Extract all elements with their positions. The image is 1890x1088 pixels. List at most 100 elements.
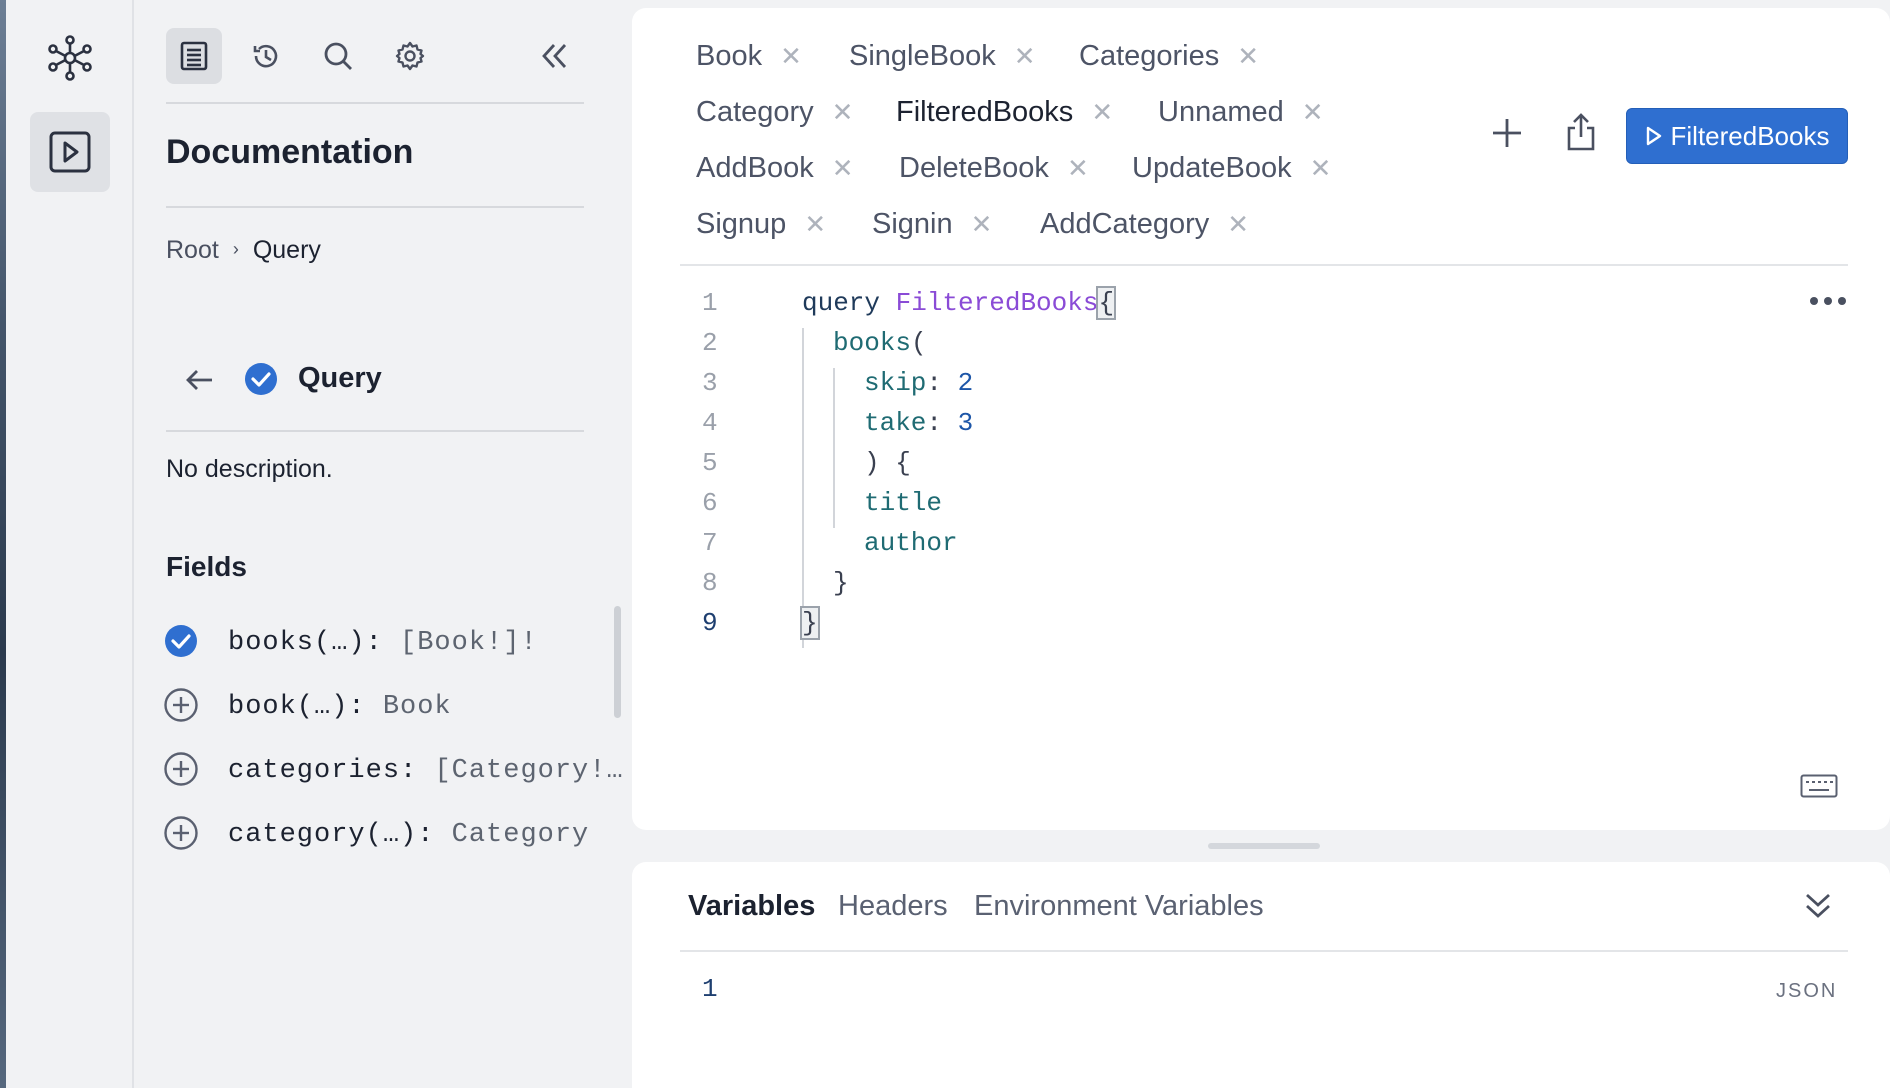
tab-addcategory[interactable]: AddCategory ✕ xyxy=(1040,208,1249,241)
run-button-label: FilteredBooks xyxy=(1670,120,1830,151)
more-icon[interactable] xyxy=(1808,294,1848,313)
check-circle-icon xyxy=(244,362,278,401)
field-type[interactable]: Book xyxy=(383,692,452,722)
collapse-icon xyxy=(542,44,567,68)
tab-label: Signin xyxy=(872,208,953,240)
field-name: book(…): xyxy=(228,692,383,722)
field-name: books(…): xyxy=(228,628,401,658)
line-number: 8 xyxy=(702,568,718,598)
divider xyxy=(166,206,584,208)
plus-circle-icon[interactable] xyxy=(164,752,198,791)
search-icon xyxy=(324,42,352,70)
close-icon[interactable]: ✕ xyxy=(780,41,802,71)
line-number: 1 xyxy=(702,288,718,318)
field-type[interactable]: Category xyxy=(452,820,590,850)
close-icon[interactable]: ✕ xyxy=(1014,41,1036,71)
code-text: books( xyxy=(833,328,927,358)
tab-filteredbooks[interactable]: FilteredBooks ✕ xyxy=(896,96,1113,129)
graphql-logo-icon[interactable] xyxy=(46,34,94,82)
docs-scrollbar[interactable] xyxy=(614,606,621,718)
documentation-panel: Documentation Root › Query Query No descri… xyxy=(134,0,632,1088)
tab-updatebook[interactable]: UpdateBook ✕ xyxy=(1132,152,1331,185)
line-number: 5 xyxy=(702,448,718,478)
panel-resize-handle[interactable] xyxy=(1208,843,1320,849)
close-icon[interactable]: ✕ xyxy=(1310,153,1332,183)
back-arrow-icon[interactable] xyxy=(184,364,216,401)
code-line: 9 } xyxy=(680,606,1780,648)
tab-label: Category xyxy=(696,96,814,128)
search-button[interactable] xyxy=(310,28,366,84)
type-description: No description. xyxy=(166,455,333,483)
gear-icon xyxy=(395,41,425,71)
docs-toolbar xyxy=(166,26,586,86)
code-text: author xyxy=(864,528,958,558)
code-text: skip: 2 xyxy=(864,368,974,398)
run-operation-button[interactable]: FilteredBooks xyxy=(1626,108,1848,164)
field-type[interactable]: [Category!… xyxy=(434,756,623,786)
code-text: } xyxy=(833,568,849,598)
close-icon[interactable]: ✕ xyxy=(832,97,854,127)
tab-label: DeleteBook xyxy=(899,152,1049,184)
docs-icon xyxy=(180,41,208,71)
collapse-panel-button[interactable] xyxy=(526,28,582,84)
divider xyxy=(680,264,1848,266)
share-icon[interactable] xyxy=(1566,112,1596,157)
tab-singlebook[interactable]: SingleBook ✕ xyxy=(849,40,1036,73)
close-icon[interactable]: ✕ xyxy=(971,209,993,239)
tab-environment-variables[interactable]: Environment Variables xyxy=(974,890,1264,923)
plus-circle-icon[interactable] xyxy=(164,688,198,727)
close-icon[interactable]: ✕ xyxy=(1067,153,1089,183)
check-circle-icon xyxy=(164,624,198,663)
settings-button[interactable] xyxy=(382,28,438,84)
close-icon[interactable]: ✕ xyxy=(1091,97,1113,127)
variables-card: Variables Headers Environment Variables … xyxy=(632,862,1890,1088)
tab-label: FilteredBooks xyxy=(896,96,1074,128)
close-icon[interactable]: ✕ xyxy=(1302,97,1324,127)
chevron-double-down-icon[interactable] xyxy=(1802,890,1834,927)
line-number: 4 xyxy=(702,408,718,438)
line-number: 3 xyxy=(702,368,718,398)
code-text: query FilteredBooks{ xyxy=(802,286,1117,320)
app-rail xyxy=(6,0,134,1088)
history-button[interactable] xyxy=(238,28,294,84)
divider xyxy=(680,950,1848,952)
tab-book[interactable]: Book ✕ xyxy=(696,40,802,73)
tab-deletebook[interactable]: DeleteBook ✕ xyxy=(899,152,1089,185)
tab-signin[interactable]: Signin ✕ xyxy=(872,208,992,241)
field-type[interactable]: [Book!]! xyxy=(400,628,538,658)
keyboard-icon[interactable] xyxy=(1800,774,1838,803)
line-number: 7 xyxy=(702,528,718,558)
close-icon[interactable]: ✕ xyxy=(804,209,826,239)
code-line: 5 ) { xyxy=(680,448,1780,488)
tab-category[interactable]: Category ✕ xyxy=(696,96,853,129)
play-button[interactable] xyxy=(30,112,110,192)
close-icon[interactable]: ✕ xyxy=(832,153,854,183)
type-name: Query xyxy=(298,362,382,394)
tab-label: SingleBook xyxy=(849,40,996,72)
chevron-right-icon: › xyxy=(232,239,239,259)
tab-label: AddBook xyxy=(696,152,814,184)
divider xyxy=(166,430,584,432)
code-line: 6 title xyxy=(680,488,1780,528)
tab-label: AddCategory xyxy=(1040,208,1210,240)
field-name: categories: xyxy=(228,756,435,786)
close-icon[interactable]: ✕ xyxy=(1237,41,1259,71)
code-line: 1 query FilteredBooks{ xyxy=(680,286,1780,328)
tab-unnamed[interactable]: Unnamed ✕ xyxy=(1158,96,1324,129)
field-name: category(…): xyxy=(228,820,452,850)
line-number: 2 xyxy=(702,328,718,358)
tab-label: UpdateBook xyxy=(1132,152,1292,184)
play-icon xyxy=(49,131,91,173)
plus-circle-icon[interactable] xyxy=(164,816,198,855)
breadcrumb-root[interactable]: Root xyxy=(166,236,219,264)
tab-headers[interactable]: Headers xyxy=(838,890,948,923)
docs-title: Documentation xyxy=(166,133,414,171)
close-icon[interactable]: ✕ xyxy=(1227,209,1249,239)
line-number: 9 xyxy=(702,608,718,638)
tab-signup[interactable]: Signup ✕ xyxy=(696,208,826,241)
tab-categories[interactable]: Categories ✕ xyxy=(1079,40,1259,73)
tab-addbook[interactable]: AddBook ✕ xyxy=(696,152,854,185)
tab-variables[interactable]: Variables xyxy=(688,890,815,923)
plus-icon[interactable] xyxy=(1490,116,1524,155)
docs-button[interactable] xyxy=(166,28,222,84)
